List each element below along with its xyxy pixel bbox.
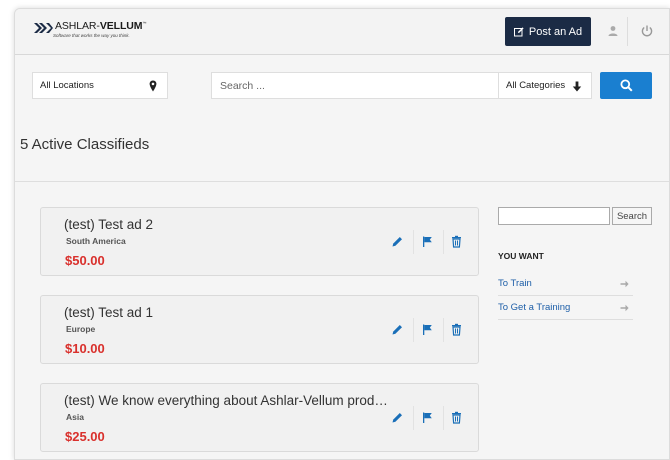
sidebar-link-label: To Train [498, 278, 532, 289]
ad-title[interactable]: (test) Test ad 1 [64, 305, 153, 320]
sidebar-search-field[interactable] [498, 207, 610, 225]
sidebar-search-input[interactable] [499, 208, 609, 225]
edit-pencil-icon[interactable] [391, 235, 404, 248]
edit-pencil-icon[interactable] [391, 323, 404, 336]
flag-icon[interactable] [421, 235, 434, 248]
post-ad-button[interactable]: Post an Ad [505, 17, 591, 46]
arrow-right-icon [620, 280, 629, 288]
action-divider [413, 406, 414, 430]
search-input[interactable] [212, 73, 498, 98]
action-divider [443, 406, 444, 430]
action-divider [443, 318, 444, 342]
arrow-down-icon [572, 81, 582, 92]
ad-card[interactable]: (test) Test ad 1 Europe $10.00 [40, 295, 479, 364]
ad-price: $50.00 [65, 253, 105, 268]
page-title: 5 Active Classifieds [20, 136, 150, 153]
sidebar-link-to-get-a-training[interactable]: To Get a Training [498, 296, 633, 320]
flag-icon[interactable] [421, 411, 434, 424]
category-select[interactable]: All Categories [499, 72, 592, 99]
trash-icon[interactable] [450, 323, 463, 336]
trash-icon[interactable] [450, 235, 463, 248]
search-button[interactable] [600, 72, 652, 99]
logo-tagline: Software that works the way you think. [53, 33, 130, 38]
location-select[interactable]: All Locations [32, 72, 168, 99]
user-icon[interactable] [606, 24, 620, 38]
flag-icon[interactable] [421, 323, 434, 336]
action-divider [413, 318, 414, 342]
ad-card[interactable]: (test) We know everything about Ashlar-V… [40, 383, 479, 452]
ad-region: Europe [66, 324, 96, 334]
edit-square-icon [513, 26, 524, 36]
brand-logo[interactable]: ASHLAR-VELLUM™ Software that works the w… [33, 18, 163, 44]
arrow-right-icon [620, 304, 629, 312]
top-bar: ASHLAR-VELLUM™ Software that works the w… [15, 9, 669, 55]
sidebar-link-to-train[interactable]: To Train [498, 272, 633, 296]
ad-region: Asia [66, 412, 84, 422]
sidebar-heading: YOU WANT [498, 251, 544, 261]
search-icon [620, 79, 633, 92]
ad-price: $25.00 [65, 429, 105, 444]
search-field[interactable] [211, 72, 499, 99]
edit-pencil-icon[interactable] [391, 411, 404, 424]
trash-icon[interactable] [450, 411, 463, 424]
ad-region: South America [66, 236, 126, 246]
ad-title[interactable]: (test) We know everything about Ashlar-V… [64, 393, 388, 408]
ad-card[interactable]: (test) Test ad 2 South America $50.00 [40, 207, 479, 276]
header-divider [627, 17, 628, 46]
ad-price: $10.00 [65, 341, 105, 356]
category-label: All Categories [506, 80, 566, 91]
sidebar-search-button[interactable]: Search [612, 207, 652, 225]
ad-title[interactable]: (test) Test ad 2 [64, 217, 153, 232]
map-pin-icon [149, 80, 157, 92]
sidebar-link-label: To Get a Training [498, 302, 571, 313]
logo-mark-icon [34, 23, 53, 33]
action-divider [413, 230, 414, 254]
post-ad-label: Post an Ad [528, 25, 583, 38]
section-divider [15, 181, 669, 182]
logo-wordmark: ASHLAR-VELLUM™ [55, 20, 147, 32]
action-divider [443, 230, 444, 254]
app-frame: ASHLAR-VELLUM™ Software that works the w… [14, 8, 670, 460]
location-label: All Locations [40, 80, 94, 91]
power-icon[interactable] [640, 24, 654, 38]
